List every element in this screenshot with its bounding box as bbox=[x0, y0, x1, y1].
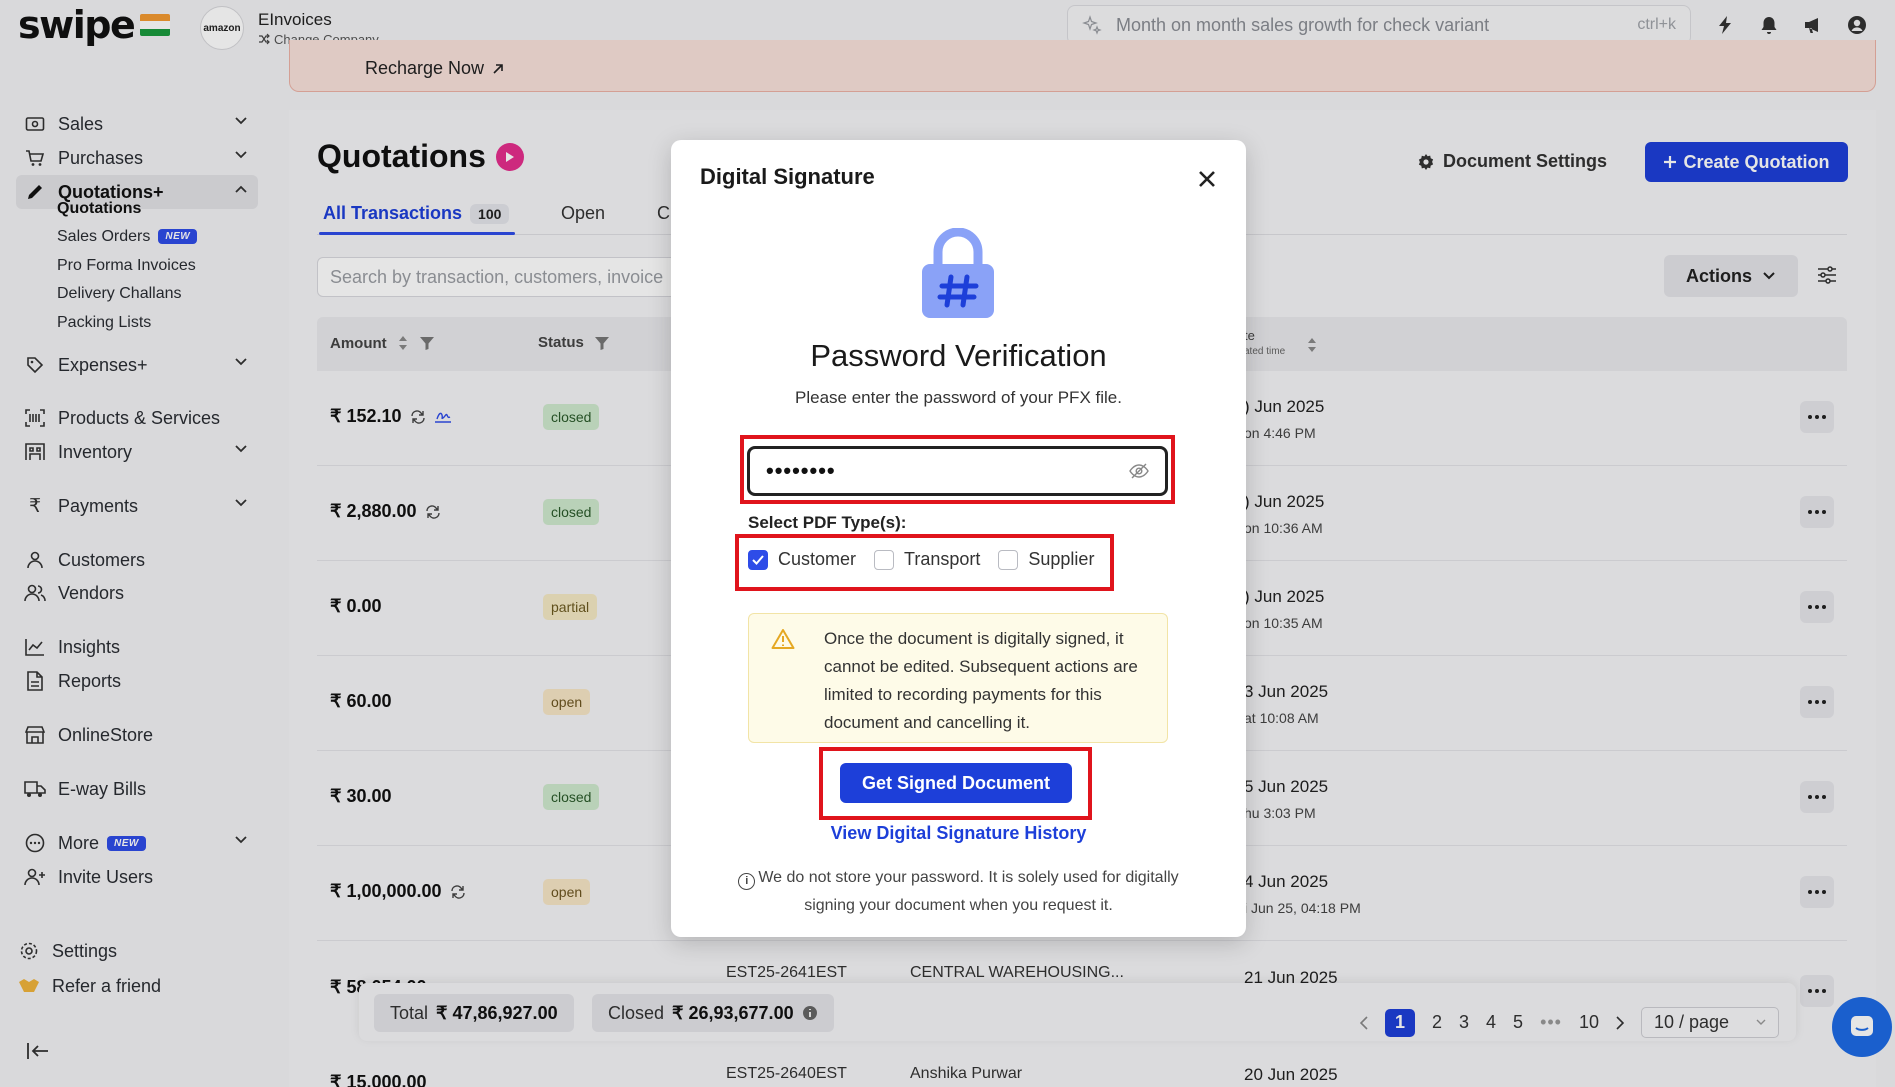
signature-history-link[interactable]: View Digital Signature History bbox=[671, 823, 1246, 844]
checkbox-empty-icon bbox=[998, 549, 1019, 570]
get-signed-document-button[interactable]: Get Signed Document bbox=[840, 763, 1072, 803]
pdf-type-label: Select PDF Type(s): bbox=[748, 513, 907, 532]
checkbox-empty-icon bbox=[874, 549, 895, 570]
signing-warning: Once the document is digitally signed, i… bbox=[748, 613, 1168, 743]
password-instructions: Please enter the password of your PFX fi… bbox=[795, 388, 1122, 407]
lock-icon bbox=[918, 228, 998, 320]
password-privacy-note: i We do not store your password. It is so… bbox=[711, 864, 1206, 920]
pfx-password-input[interactable]: •••••••• bbox=[747, 446, 1168, 496]
eye-off-icon bbox=[1129, 463, 1149, 479]
transport-checkbox[interactable]: Transport bbox=[874, 549, 980, 570]
modal-title: Digital Signature bbox=[700, 164, 875, 189]
close-icon[interactable] bbox=[1196, 168, 1218, 190]
supplier-checkbox[interactable]: Supplier bbox=[998, 549, 1094, 570]
info-icon: i bbox=[738, 873, 756, 890]
warning-icon bbox=[771, 629, 795, 649]
password-verification-heading: Password Verification bbox=[810, 338, 1107, 373]
pdf-type-options: Customer Transport Supplier bbox=[748, 549, 1112, 570]
checkbox-checked-icon bbox=[748, 549, 768, 570]
customer-checkbox[interactable]: Customer bbox=[748, 549, 856, 570]
digital-signature-modal: Digital Signature Password Verification … bbox=[671, 140, 1246, 937]
